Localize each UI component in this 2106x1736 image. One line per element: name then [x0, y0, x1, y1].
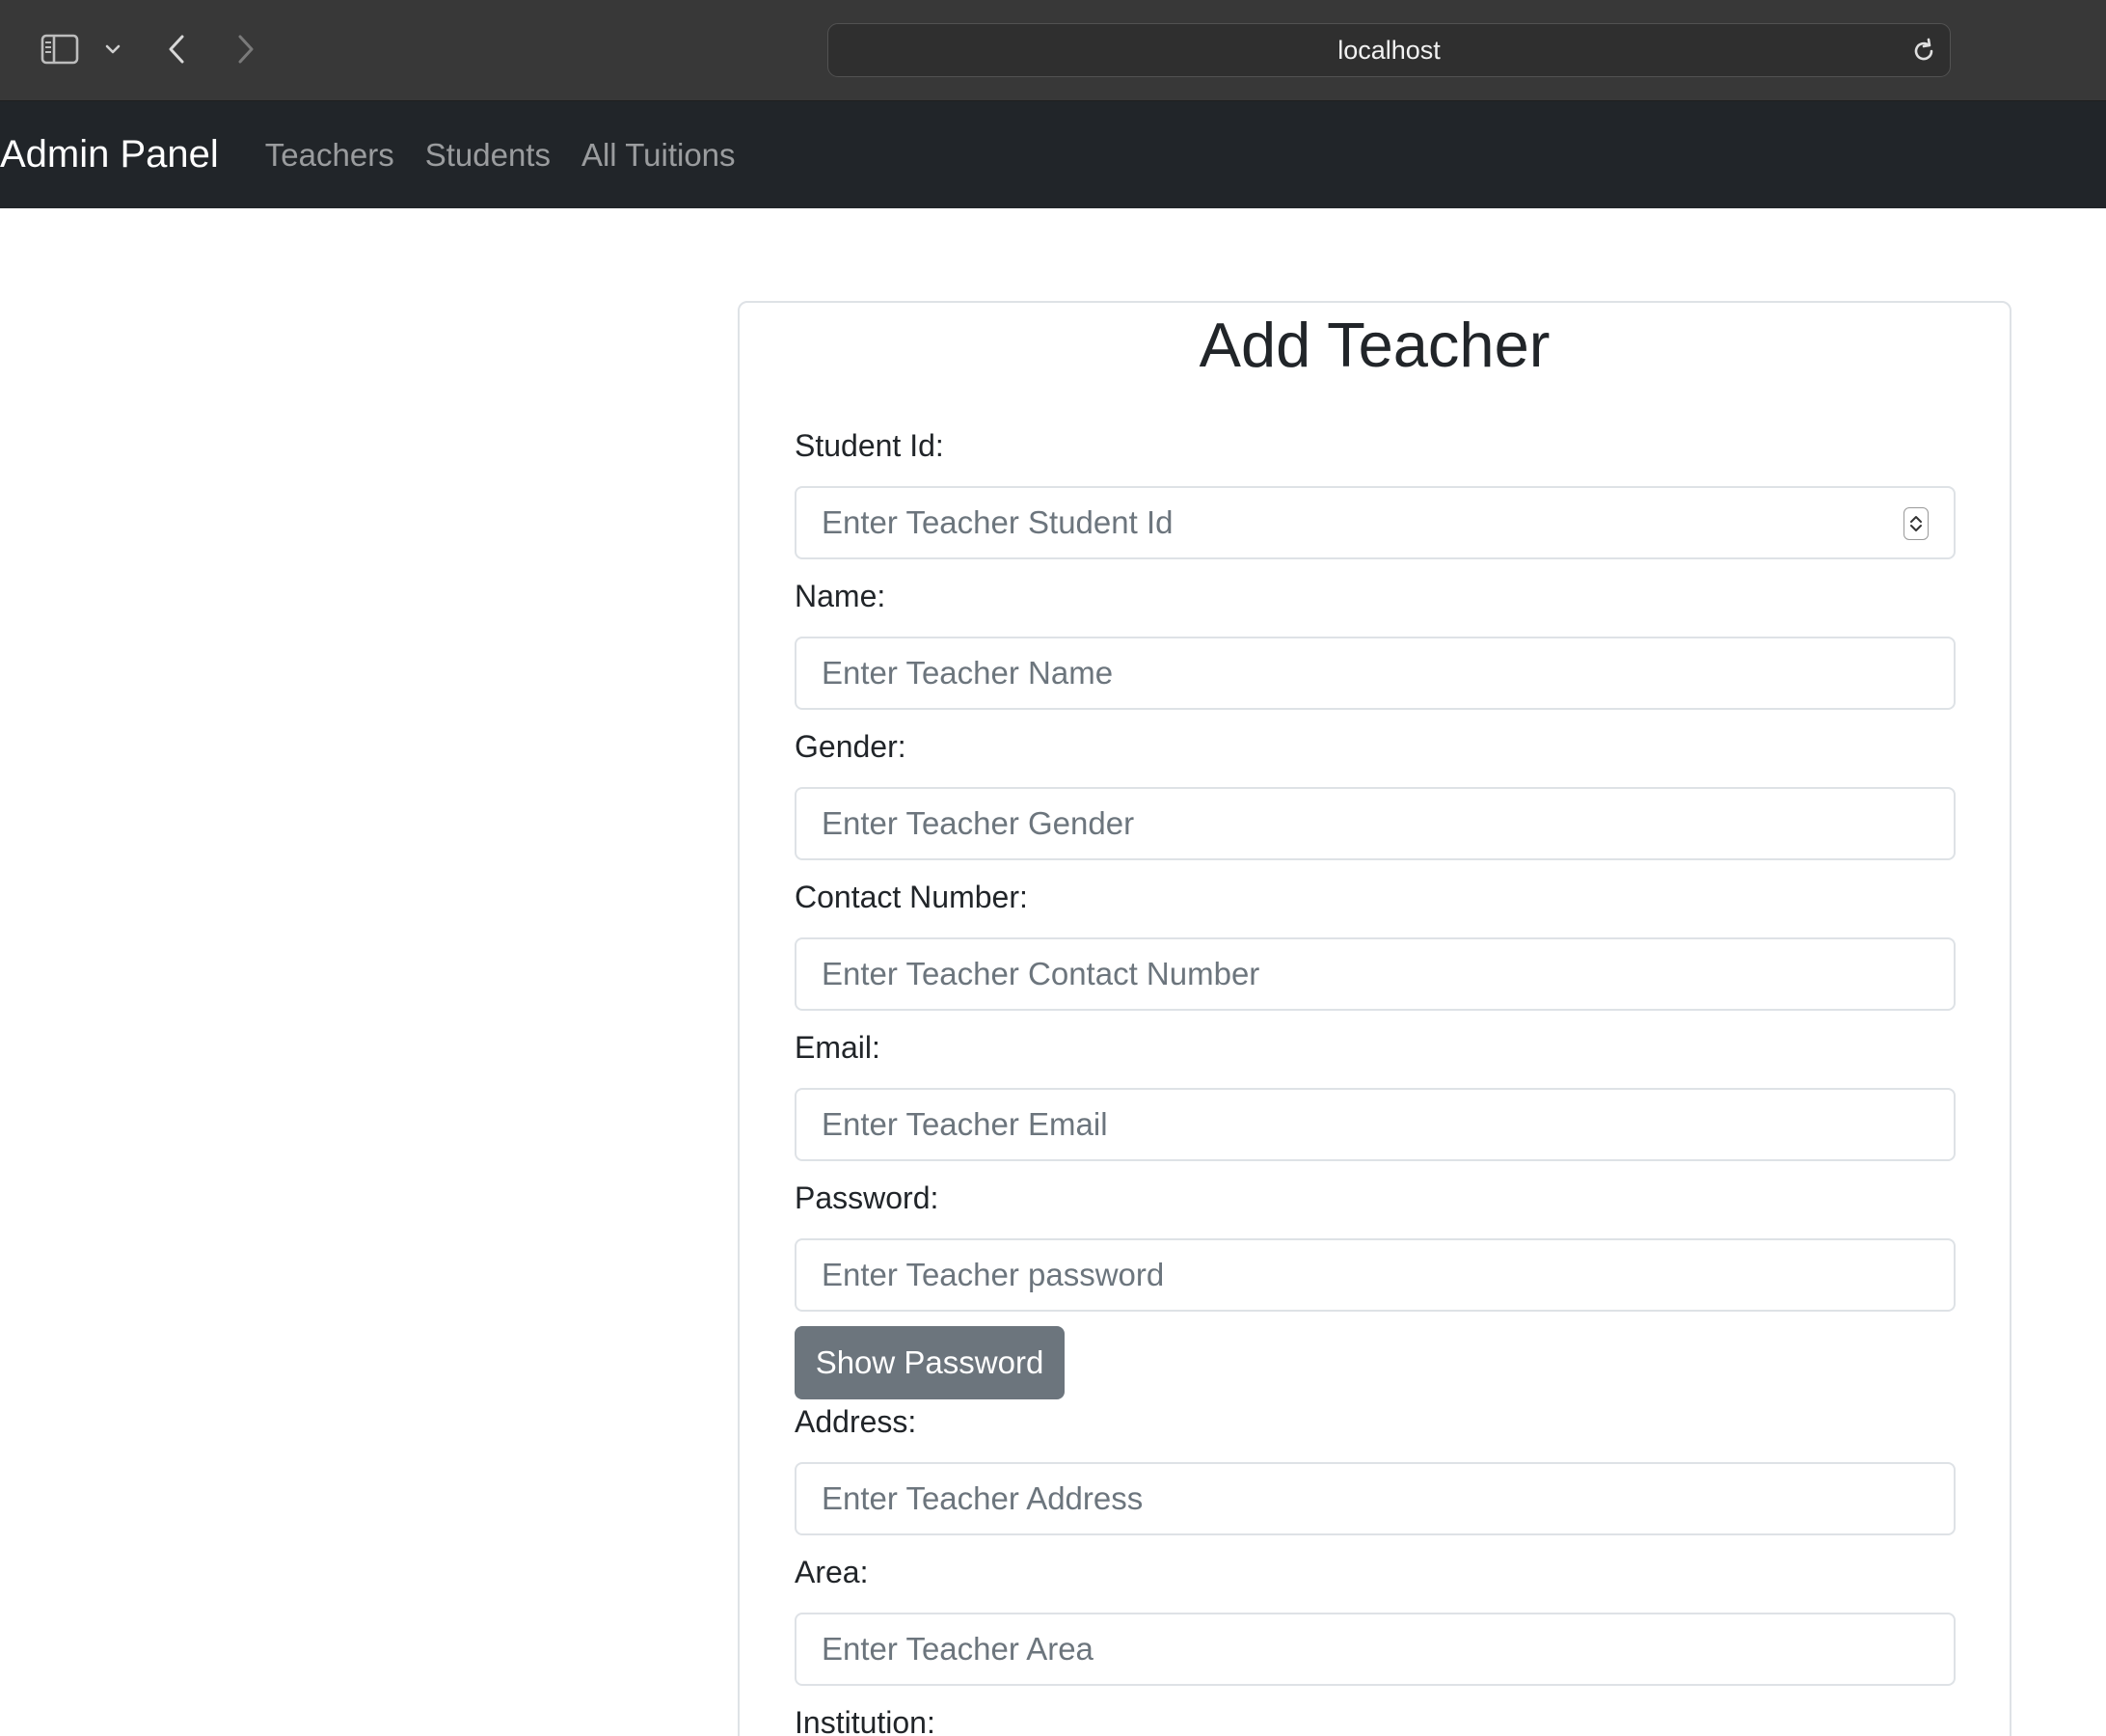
- area-input[interactable]: [795, 1613, 1956, 1686]
- student-id-input[interactable]: [796, 486, 1958, 559]
- area-label: Area:: [795, 1555, 869, 1589]
- url-text: localhost: [1337, 35, 1441, 65]
- nav-link-all-tuitions[interactable]: All Tuitions: [581, 137, 736, 174]
- password-input[interactable]: [795, 1238, 1956, 1312]
- gender-label: Gender:: [795, 729, 906, 764]
- email-label: Email:: [795, 1030, 880, 1065]
- show-password-button[interactable]: Show Password: [795, 1326, 1065, 1399]
- reload-icon[interactable]: [1909, 37, 1938, 66]
- contact-number-label: Contact Number:: [795, 880, 1028, 914]
- chevron-up-icon[interactable]: [1909, 515, 1923, 524]
- navbar-brand[interactable]: Admin Panel: [0, 133, 219, 176]
- address-bar[interactable]: localhost: [827, 23, 1951, 77]
- page-title: Add Teacher: [1199, 310, 1551, 380]
- sidebar-toggle-icon[interactable]: [39, 23, 81, 75]
- add-teacher-card: Add Teacher Student Id: Name: Gender: Co…: [738, 301, 2012, 1736]
- nav-link-students[interactable]: Students: [425, 137, 551, 174]
- address-label: Address:: [795, 1404, 917, 1439]
- institution-label: Institution:: [795, 1705, 935, 1736]
- name-label: Name:: [795, 579, 886, 613]
- nav-link-teachers[interactable]: Teachers: [265, 137, 394, 174]
- browser-toolbar: localhost: [0, 0, 2106, 101]
- student-id-label: Student Id:: [795, 428, 944, 463]
- contact-number-input[interactable]: [795, 937, 1956, 1011]
- chevron-down-icon[interactable]: [100, 23, 125, 75]
- number-stepper[interactable]: [1904, 507, 1929, 540]
- password-label: Password:: [795, 1180, 939, 1215]
- student-id-field: [795, 486, 1958, 559]
- forward-icon[interactable]: [231, 23, 260, 75]
- address-input[interactable]: [795, 1462, 1956, 1535]
- gender-input[interactable]: [795, 787, 1956, 860]
- chevron-down-icon[interactable]: [1909, 524, 1923, 532]
- navbar: Admin Panel Teachers Students All Tuitio…: [0, 101, 2106, 208]
- name-input[interactable]: [795, 637, 1956, 710]
- back-icon[interactable]: [162, 23, 191, 75]
- email-input[interactable]: [795, 1088, 1956, 1161]
